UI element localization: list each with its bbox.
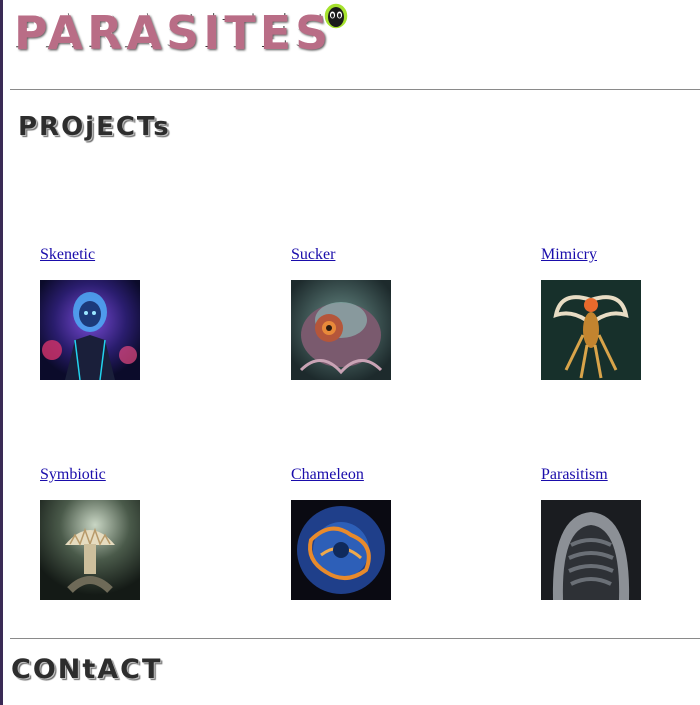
project-card: Symbiotic — [40, 466, 170, 600]
window-edge — [0, 0, 3, 705]
alien-portrait-image[interactable] — [40, 280, 140, 380]
contact-heading: CONtACT — [11, 654, 163, 685]
project-card: Mimicry — [541, 246, 671, 380]
projects-heading: PROjECTs — [18, 112, 171, 142]
project-card: Chameleon — [291, 466, 421, 600]
parasitism-worm-image[interactable] — [541, 500, 641, 600]
symbiotic-fungus-image[interactable] — [40, 500, 140, 600]
chameleon-creature-image[interactable] — [291, 500, 391, 600]
project-link-mimicry[interactable]: Mimicry — [541, 246, 671, 264]
sucker-creature-image[interactable] — [291, 280, 391, 380]
footer-divider — [10, 638, 700, 639]
header-divider — [10, 89, 700, 90]
project-link-symbiotic[interactable]: Symbiotic — [40, 466, 170, 484]
site-logo: PARASITES — [12, 4, 331, 58]
project-link-skenetic[interactable]: Skenetic — [40, 246, 170, 264]
project-card: Parasitism — [541, 466, 671, 600]
project-card: Sucker — [291, 246, 421, 380]
project-link-sucker[interactable]: Sucker — [291, 246, 421, 264]
project-link-chameleon[interactable]: Chameleon — [291, 466, 421, 484]
alien-head-icon — [323, 2, 349, 30]
project-card: Skenetic — [40, 246, 170, 380]
page: PARASITES PROjECTs Skenetic Sucker Mimic… — [0, 0, 700, 705]
mimicry-creature-image[interactable] — [541, 280, 641, 380]
project-link-parasitism[interactable]: Parasitism — [541, 466, 671, 484]
